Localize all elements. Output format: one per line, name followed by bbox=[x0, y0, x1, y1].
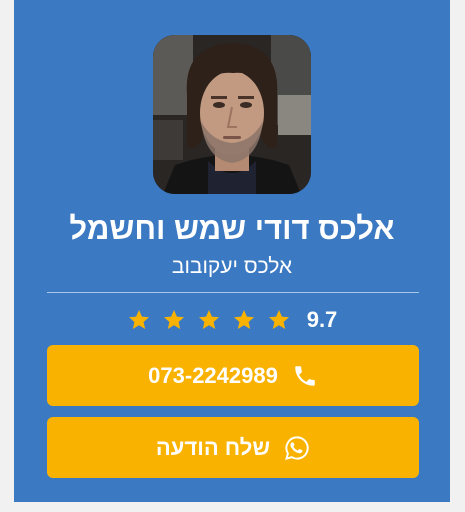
business-name: אלכס דודי שמש וחשמל bbox=[69, 211, 395, 246]
owner-name: אלכס יעקובוב bbox=[171, 255, 293, 278]
profile-card: אלכס דודי שמש וחשמל אלכס יעקובוב 9.7 073… bbox=[14, 0, 450, 502]
star-icon bbox=[198, 310, 219, 329]
star-icon bbox=[233, 310, 254, 329]
rating-stars bbox=[127, 308, 291, 332]
whatsapp-icon bbox=[285, 435, 309, 460]
rating-row: 9.7 bbox=[14, 303, 450, 337]
send-message-button-label: שלח הודעה bbox=[155, 434, 271, 460]
star-icon bbox=[268, 310, 289, 329]
call-button[interactable]: 073-2242989 bbox=[47, 345, 419, 406]
avatar-photo bbox=[153, 35, 311, 194]
call-button-label: 073-2242989 bbox=[148, 362, 278, 388]
divider bbox=[47, 292, 419, 293]
send-message-button[interactable]: שלח הודעה bbox=[47, 417, 419, 478]
phone-icon bbox=[295, 365, 315, 386]
star-icon bbox=[128, 310, 149, 329]
avatar bbox=[153, 35, 311, 194]
rating-score: 9.7 bbox=[306, 307, 338, 332]
star-icon bbox=[163, 310, 184, 329]
